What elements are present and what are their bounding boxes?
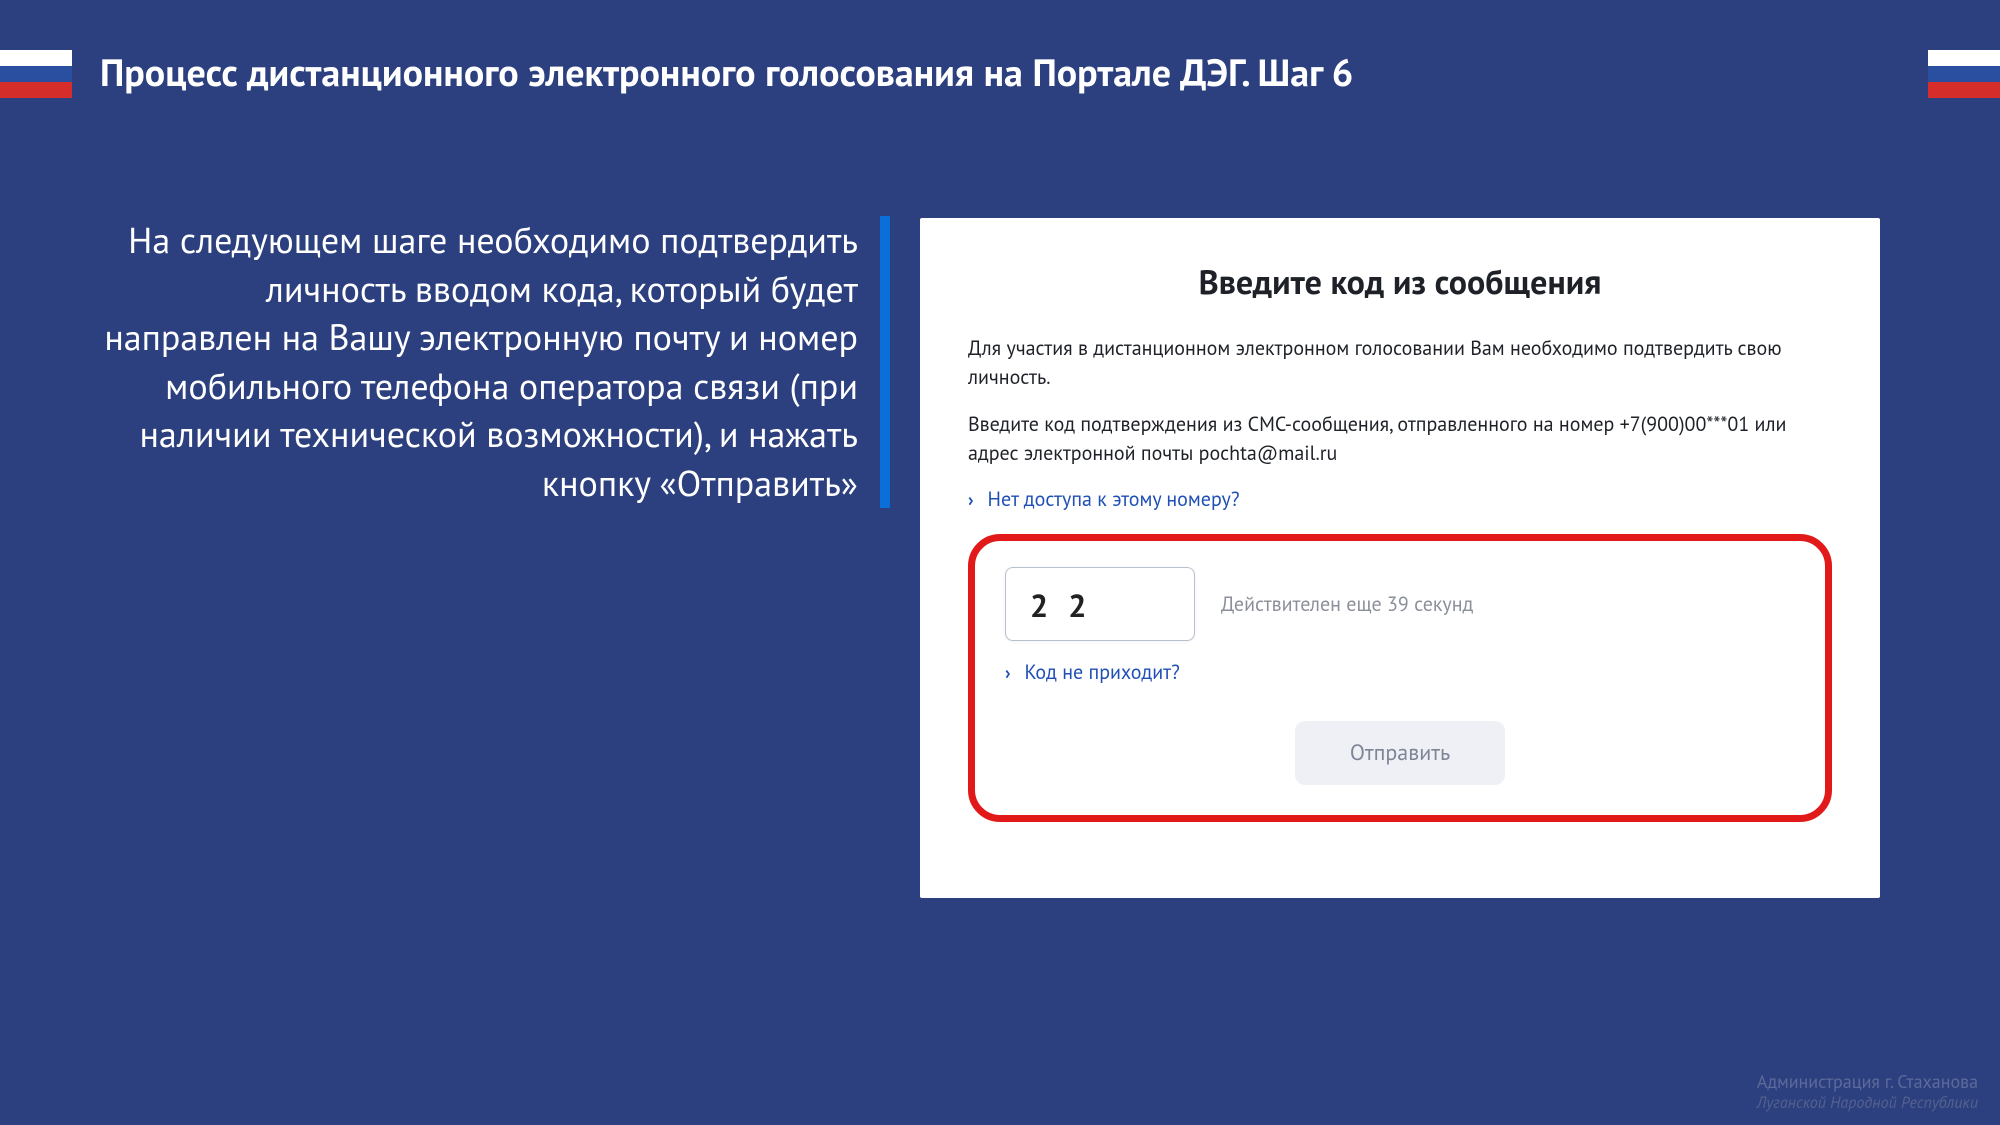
code-validity-text: Действителен еще 39 секунд xyxy=(1221,591,1473,617)
footer-line-2: Луганской Народной Республики xyxy=(1757,1093,1978,1113)
panel-title: Введите код из сообщения xyxy=(968,260,1832,304)
chevron-right-icon: › xyxy=(968,488,974,511)
chevron-right-icon: › xyxy=(1005,661,1011,684)
highlight-box: 2 2 Действителен еще 39 секунд › Код не … xyxy=(968,534,1832,822)
no-access-link[interactable]: › Нет доступа к этому номеру? xyxy=(968,486,1832,512)
no-access-link-label: Нет доступа к этому номеру? xyxy=(988,486,1240,512)
code-entry-row: 2 2 Действителен еще 39 секунд xyxy=(1005,567,1795,641)
no-code-link[interactable]: › Код не приходит? xyxy=(1005,659,1795,685)
slide-title: Процесс дистанционного электронного голо… xyxy=(100,48,1900,97)
footer: Администрация г. Стаханова Луганской Нар… xyxy=(1757,1071,1978,1114)
submit-button[interactable]: Отправить xyxy=(1295,721,1505,785)
accent-bar xyxy=(880,216,890,508)
footer-line-1: Администрация г. Стаханова xyxy=(1757,1071,1978,1094)
code-input[interactable]: 2 2 xyxy=(1005,567,1195,641)
panel-paragraph-1: Для участия в дистанционном электронном … xyxy=(968,334,1832,392)
code-entry-panel: Введите код из сообщения Для участия в д… xyxy=(920,218,1880,898)
flag-strip-right xyxy=(1928,50,2000,98)
slide-description-block: На следующем шаге необходимо подтвердить… xyxy=(100,216,890,508)
no-code-link-label: Код не приходит? xyxy=(1025,659,1180,685)
panel-paragraph-2: Введите код подтверждения из СМС-сообщен… xyxy=(968,410,1832,468)
slide-description-text: На следующем шаге необходимо подтвердить… xyxy=(100,216,880,508)
flag-strip-left xyxy=(0,50,72,98)
